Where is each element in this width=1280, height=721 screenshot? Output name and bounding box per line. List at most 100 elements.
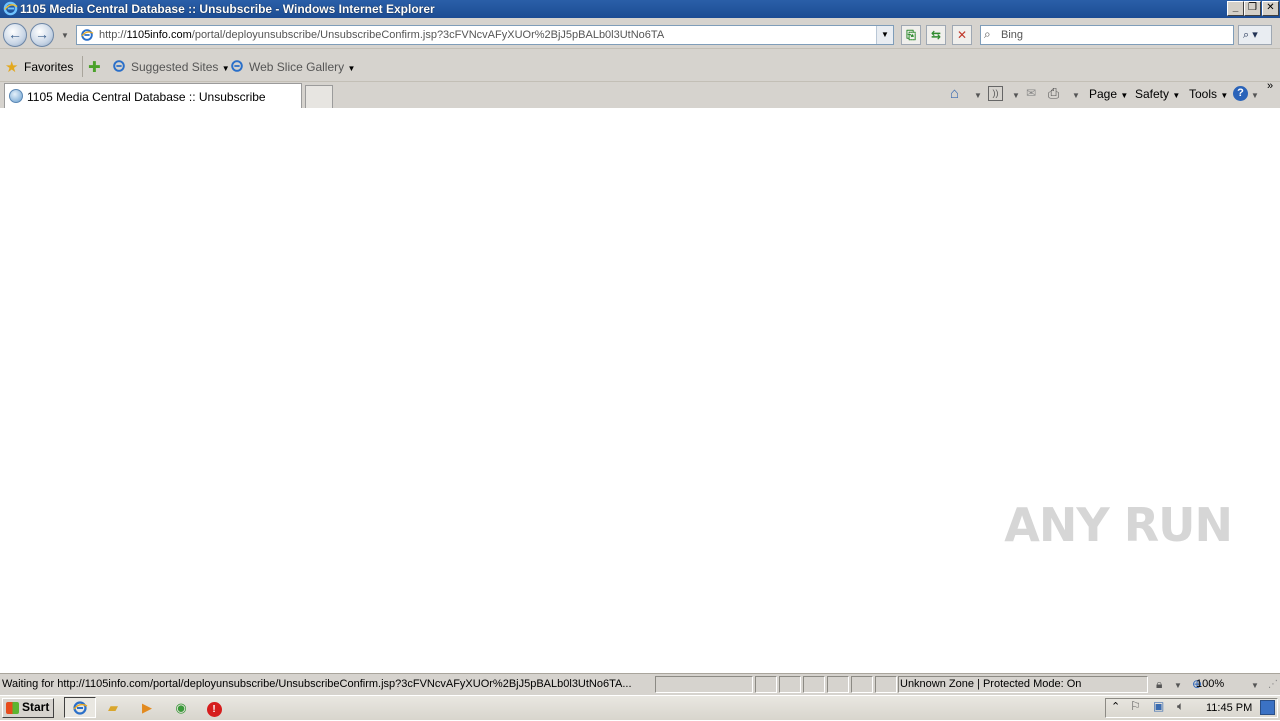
tools-menu-label: Tools: [1189, 87, 1218, 101]
add-to-favorites-bar-icon[interactable]: ✚: [88, 58, 101, 76]
address-url[interactable]: http://1105info.com/portal/deployunsubsc…: [99, 29, 664, 41]
search-go-icon: ⌕ ▾: [1243, 29, 1258, 41]
page-menu-label: Page: [1089, 87, 1118, 101]
explorer-folder-icon[interactable]: ▰: [102, 699, 124, 717]
url-path: /portal/deployunsubscribe/UnsubscribeCon…: [191, 29, 665, 41]
url-scheme: http://: [99, 29, 127, 41]
windows-flag-icon: [6, 702, 19, 714]
print-dropdown-icon[interactable]: ▼: [1072, 91, 1080, 100]
zoom-dropdown-icon[interactable]: ▼: [1251, 681, 1259, 690]
web-slice-gallery-label: Web Slice Gallery: [249, 60, 345, 74]
zoom-level[interactable]: 100%: [1196, 678, 1224, 690]
chevron-down-icon: ▼: [1120, 91, 1129, 100]
page-ie-icon: [81, 29, 94, 41]
safety-menu-label: Safety: [1135, 87, 1170, 101]
minimize-button[interactable]: _: [1227, 1, 1244, 16]
show-desktop-button[interactable]: [1260, 700, 1275, 715]
chevron-down-icon: ▼: [347, 64, 356, 73]
url-host: 1105info.com: [126, 29, 192, 41]
web-slice-gallery-link[interactable]: Web Slice Gallery ▼: [249, 60, 355, 74]
chevron-down-icon: ▼: [1220, 91, 1229, 100]
action-center-flag-icon[interactable]: ⚐: [1130, 699, 1141, 713]
page-content[interactable]: [0, 108, 1280, 673]
page-menu[interactable]: Page ▼: [1089, 87, 1128, 101]
favorites-button[interactable]: Favorites: [24, 60, 73, 74]
ie-logo-icon: [3, 1, 18, 16]
back-button[interactable]: ←: [3, 23, 27, 47]
status-cell: [779, 676, 801, 693]
status-bar: Waiting for http://1105info.com/portal/d…: [0, 673, 1280, 695]
refresh-icon: ⇆: [930, 28, 942, 42]
window-title: 1105 Media Central Database :: Unsubscri…: [20, 2, 435, 16]
recent-pages-chevron-icon[interactable]: ▼: [61, 31, 69, 40]
start-button[interactable]: Start: [2, 698, 54, 718]
search-placeholder: Bing: [1001, 29, 1024, 41]
help-dropdown-icon[interactable]: ▼: [1251, 91, 1259, 100]
restore-button[interactable]: ❐: [1244, 1, 1261, 16]
refresh-button[interactable]: ⇆: [926, 25, 946, 45]
protected-mode-lock-icon[interactable]: 🔒︎: [1156, 677, 1162, 692]
forward-arrow-icon: →: [35, 26, 49, 42]
favorites-star-icon[interactable]: ★: [5, 58, 18, 76]
tools-menu[interactable]: Tools ▼: [1189, 87, 1228, 101]
search-button[interactable]: ⌕ ▾: [1238, 25, 1272, 45]
search-input[interactable]: ⌕ Bing: [980, 25, 1234, 45]
ie-taskbar-icon: [73, 701, 88, 715]
status-cell: [755, 676, 777, 693]
home-icon[interactable]: ⌂: [950, 85, 959, 102]
address-dropdown-icon[interactable]: ▼: [876, 26, 893, 44]
stop-icon: ✕: [956, 28, 968, 42]
status-text: Waiting for http://1105info.com/portal/d…: [2, 678, 632, 690]
web-slice-ie-icon: [231, 60, 243, 72]
toolbar-divider: [0, 81, 1280, 82]
chevron-down-icon[interactable]: ▼: [1174, 681, 1182, 690]
resize-grip-icon[interactable]: ⋰: [1268, 679, 1278, 690]
opera-logo-icon: !: [206, 702, 222, 717]
address-bar[interactable]: http://1105info.com/portal/deployunsubsc…: [76, 25, 894, 45]
suggested-sites-link[interactable]: Suggested Sites ▼: [131, 60, 230, 74]
help-icon[interactable]: ?: [1233, 86, 1248, 101]
compatibility-view-button[interactable]: ⎘: [901, 25, 921, 45]
back-arrow-icon: ←: [8, 26, 22, 42]
tab-title: 1105 Media Central Database :: Unsubscri…: [27, 90, 266, 104]
chevron-down-icon: ▼: [221, 64, 230, 73]
chrome-icon[interactable]: ◉: [170, 699, 192, 717]
security-zone-text: Unknown Zone | Protected Mode: On: [900, 678, 1082, 690]
safety-menu[interactable]: Safety ▼: [1135, 87, 1180, 101]
more-chevron-icon[interactable]: »: [1267, 80, 1273, 92]
magnifier-icon: ⌕: [984, 27, 991, 41]
feeds-dropdown-icon[interactable]: ▼: [1012, 91, 1020, 100]
forward-button[interactable]: →: [30, 23, 54, 47]
print-icon[interactable]: ⎙: [1048, 85, 1059, 102]
volume-icon[interactable]: 🔈︎: [1177, 699, 1184, 714]
compat-page-icon: ⎘: [906, 28, 916, 42]
show-hidden-icons-icon[interactable]: ⌃: [1111, 700, 1120, 713]
start-label: Start: [22, 700, 50, 714]
media-player-icon[interactable]: ▶: [136, 699, 158, 717]
progress-cell: [655, 676, 753, 693]
window-title-bar[interactable]: 1105 Media Central Database :: Unsubscri…: [0, 0, 1280, 18]
stop-button[interactable]: ✕: [952, 25, 972, 45]
favorites-divider: [82, 56, 83, 77]
close-window-button[interactable]: ✕: [1262, 1, 1279, 16]
new-tab-button[interactable]: [305, 85, 333, 108]
toolbar-divider: [0, 48, 1280, 49]
clock[interactable]: 11:45 PM: [1206, 702, 1252, 714]
tab-active[interactable]: 1105 Media Central Database :: Unsubscri…: [4, 83, 302, 108]
taskbar-ie-button[interactable]: [64, 697, 96, 718]
opera-icon[interactable]: !: [203, 699, 225, 717]
home-dropdown-icon[interactable]: ▼: [974, 91, 982, 100]
status-cell: [827, 676, 849, 693]
anyrun-watermark: ANY RUN: [1004, 498, 1233, 552]
rss-feed-icon[interactable]: )): [988, 86, 1003, 101]
status-cell: [803, 676, 825, 693]
status-cell: [851, 676, 873, 693]
status-cell: [875, 676, 897, 693]
mail-icon[interactable]: ✉: [1026, 86, 1036, 100]
taskbar: Start ▰ ▶ ◉ ! ⌃ ⚐ ▣ 🔈︎ 11:45 PM: [0, 695, 1280, 720]
loading-globe-icon: [9, 89, 23, 103]
suggested-sites-ie-icon: [113, 60, 125, 72]
chevron-down-icon: ▼: [1172, 91, 1181, 100]
network-icon[interactable]: ▣: [1153, 699, 1164, 713]
suggested-sites-label: Suggested Sites: [131, 60, 219, 74]
